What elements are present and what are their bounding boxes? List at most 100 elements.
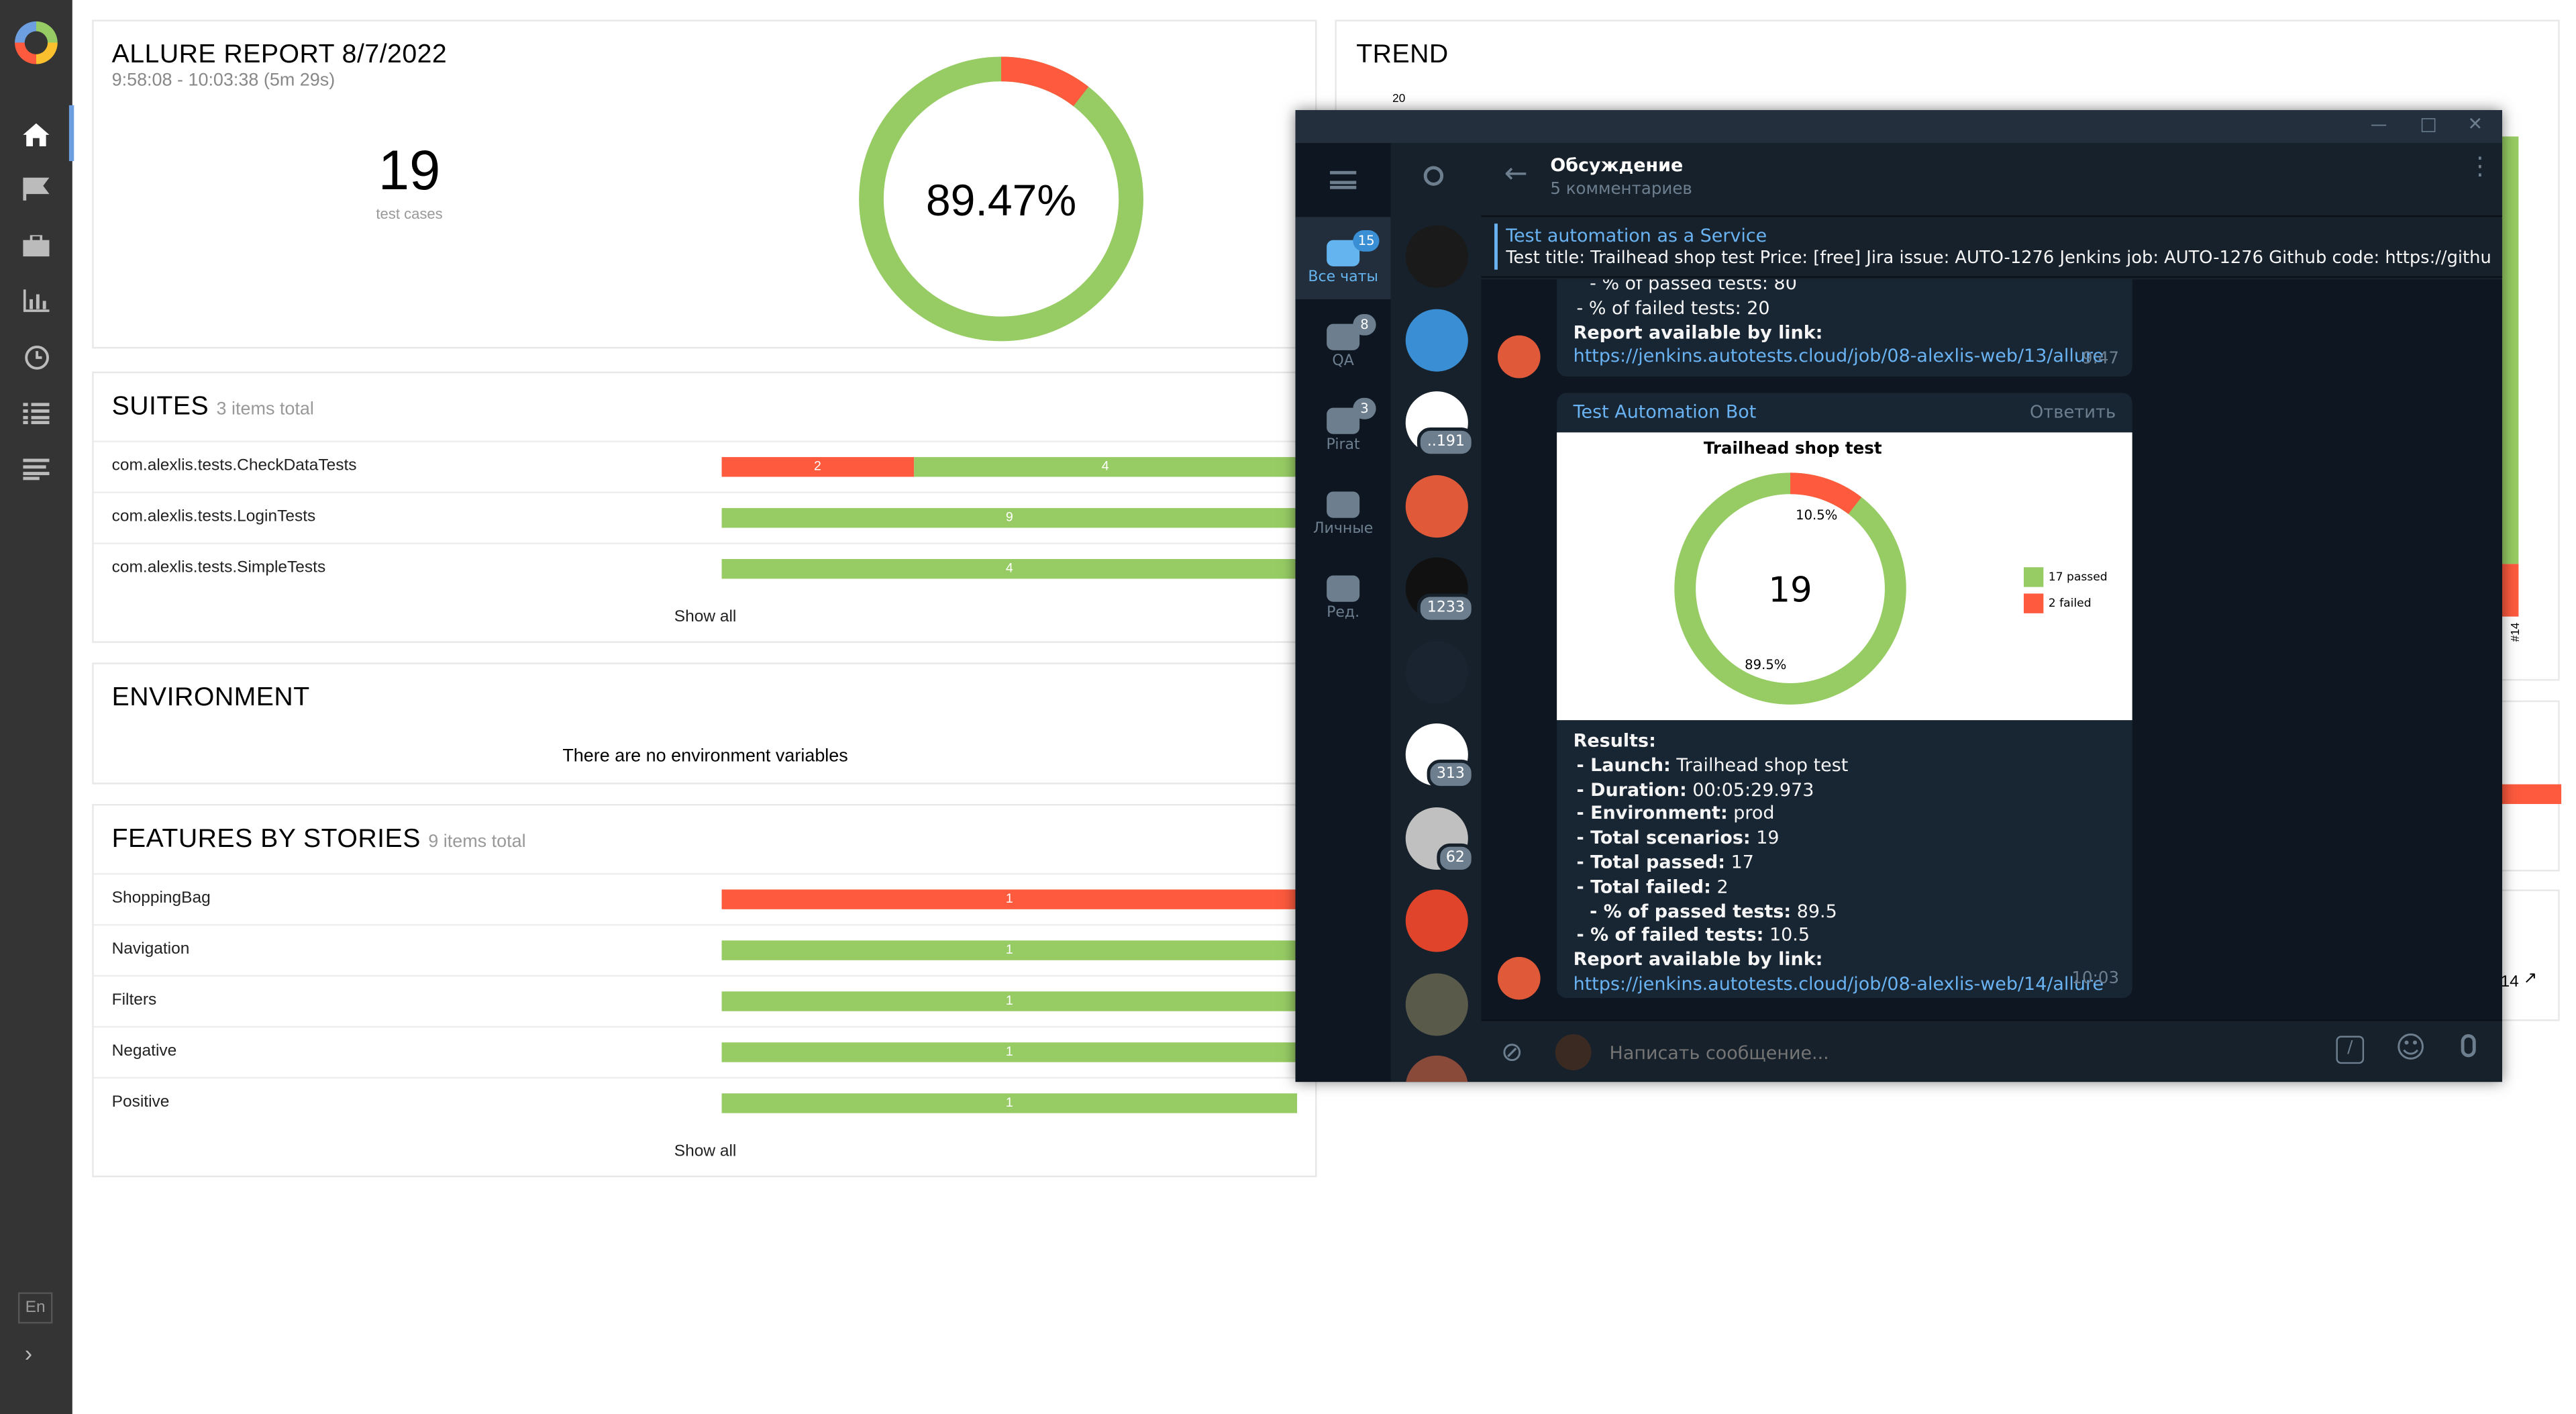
features-row-bar[interactable]: 1 — [721, 940, 1298, 960]
suites-row[interactable]: com.alexlis.tests.SimpleTests 4 — [93, 542, 1317, 594]
features-show-all[interactable]: Show all — [94, 1143, 1317, 1161]
home-icon[interactable] — [19, 105, 74, 162]
chat-avatar[interactable]: 313 — [1405, 723, 1475, 789]
report-chart-donut: 19 10.5% 89.5% — [1674, 472, 1906, 705]
folder-edit-folders[interactable]: Ред. — [1296, 552, 1391, 635]
chat-avatar[interactable]: ..191 — [1405, 391, 1475, 458]
environment-empty: There are no environment variables — [562, 746, 848, 766]
suites-row-bar[interactable]: 9 — [721, 508, 1298, 528]
features-row-name: Negative — [111, 1042, 177, 1061]
close-icon[interactable]: ✕ — [2467, 113, 2483, 135]
chat-avatar[interactable]: 62 — [1405, 806, 1475, 872]
commands-icon[interactable]: / — [2336, 1036, 2365, 1064]
suites-row-bar[interactable]: 24 — [721, 457, 1298, 477]
external-link-icon[interactable]: ↗ — [2524, 970, 2538, 989]
bar-passed-segment[interactable]: 1 — [721, 940, 1298, 960]
bar-passed-segment[interactable]: 1 — [721, 1042, 1298, 1062]
user-avatar[interactable] — [1555, 1034, 1592, 1070]
report-time: 9:58:08 - 10:03:38 (5m 29s) — [111, 70, 336, 91]
msg2-sender[interactable]: Test Automation Bot — [1574, 401, 1757, 425]
language-switch[interactable]: En — [17, 1292, 53, 1324]
pinned-message[interactable]: Test automation as a Service Test title:… — [1481, 218, 2502, 279]
features-row[interactable]: Filters 1 — [93, 974, 1317, 1026]
bar-passed-segment[interactable]: 1 — [721, 1093, 1298, 1113]
suites-show-all[interactable]: Show all — [94, 609, 1317, 627]
folder-qa-folder[interactable]: QA 8 — [1296, 301, 1391, 383]
features-row-bar[interactable]: 1 — [721, 1093, 1298, 1113]
trend-bar-passed — [2502, 136, 2519, 564]
clock-icon[interactable] — [19, 340, 52, 373]
result-key: - % of passed tests: — [1590, 900, 1792, 922]
list-icon[interactable] — [19, 396, 52, 429]
maximize-icon[interactable]: □ — [2420, 113, 2436, 135]
flag-icon[interactable] — [19, 172, 52, 205]
briefcase-icon[interactable] — [19, 229, 52, 262]
chat-avatar[interactable] — [1405, 889, 1468, 952]
features-row-bar[interactable]: 1 — [721, 889, 1298, 909]
report-chart-image[interactable]: Trailhead shop test 19 10.5% 89.5% 17 pa… — [1557, 432, 2132, 721]
features-row-name: ShoppingBag — [111, 889, 211, 908]
folder-chats[interactable]: Все чаты 15 — [1295, 217, 1391, 299]
features-row[interactable]: Navigation 1 — [93, 923, 1317, 975]
suites-row-name: com.alexlis.tests.CheckDataTests — [111, 457, 357, 476]
chat-avatar[interactable]: 1233 — [1405, 557, 1475, 623]
allure-logo[interactable] — [15, 21, 58, 64]
chat-avatar[interactable] — [1405, 474, 1468, 537]
result-key: - % of failed tests: — [1576, 924, 1764, 946]
msg2-reply[interactable]: Ответить — [2030, 401, 2116, 425]
features-row[interactable]: Negative 1 — [93, 1025, 1317, 1077]
bar-passed-segment[interactable]: 9 — [721, 508, 1298, 528]
bot-avatar[interactable] — [1497, 335, 1541, 378]
suites-row[interactable]: com.alexlis.tests.LoginTests 9 — [93, 491, 1317, 543]
folder-pirat-folder[interactable]: Pirat 3 — [1296, 385, 1391, 467]
trend-bar-failed — [2502, 564, 2519, 617]
features-row[interactable]: ShoppingBag 1 — [93, 872, 1317, 924]
chat-unread-badge: 62 — [1436, 842, 1475, 872]
chat-avatar[interactable] — [1405, 972, 1468, 1036]
result-line: - Total scenarios: 19 — [1574, 827, 2124, 852]
features-widget: FEATURES BY STORIES 9 items total Shoppi… — [92, 804, 1317, 1178]
bar-passed-segment[interactable]: 4 — [721, 559, 1298, 579]
suites-widget: SUITES 3 items total com.alexlis.tests.C… — [92, 371, 1317, 643]
more-icon[interactable]: ⋮ — [2467, 154, 2492, 179]
chat-header: ← Обсуждение 5 комментариев ⋮ — [1481, 143, 2502, 217]
folder-folder[interactable]: Личные — [1296, 468, 1391, 551]
lines-icon[interactable] — [19, 452, 52, 485]
folder-icon — [1327, 491, 1360, 518]
expand-icon[interactable]: › — [25, 1340, 32, 1366]
minimize-icon[interactable]: — — [2371, 117, 2387, 135]
features-row-name: Filters — [111, 991, 157, 1010]
attach-icon[interactable]: ⊘ — [1501, 1036, 1523, 1068]
features-row[interactable]: Positive 1 — [93, 1076, 1317, 1128]
features-row-bar[interactable]: 1 — [721, 991, 1298, 1011]
chat-avatar[interactable] — [1405, 308, 1468, 371]
microphone-icon[interactable] — [2461, 1034, 2476, 1058]
bar-failed-segment[interactable]: 2 — [721, 457, 914, 477]
report-total: 19 — [1768, 570, 1812, 611]
back-arrow-icon[interactable]: ← — [1504, 158, 1528, 191]
pinned-text: Test title: Trailhead shop test Price: [… — [1506, 248, 2493, 268]
emoji-icon[interactable]: ☺ — [2395, 1031, 2426, 1065]
chat-avatar[interactable] — [1405, 1055, 1468, 1082]
suites-row-bar[interactable]: 4 — [721, 559, 1298, 579]
folder-unread-badge: 15 — [1353, 230, 1380, 252]
categories-bar — [2500, 784, 2562, 805]
message-input[interactable] — [1609, 1037, 2267, 1068]
bot-avatar-report[interactable] — [1497, 956, 1541, 1000]
donut-percent: 89.47% — [926, 176, 1076, 225]
features-row-bar[interactable]: 1 — [721, 1042, 1298, 1062]
search-icon[interactable] — [1423, 166, 1444, 186]
msg1-link[interactable]: https://jenkins.autotests.cloud/job/08-a… — [1574, 346, 2104, 367]
chat-avatar[interactable] — [1405, 640, 1468, 703]
bar-failed-segment[interactable]: 1 — [721, 889, 1298, 909]
bar-passed-segment[interactable]: 4 — [913, 457, 1298, 477]
result-line: - % of passed tests: 89.5 — [1574, 901, 2124, 925]
result-value: 19 — [1756, 827, 1780, 849]
chart-icon[interactable] — [19, 285, 52, 317]
chat-avatar[interactable] — [1405, 225, 1468, 288]
msg2-link[interactable]: https://jenkins.autotests.cloud/job/08-a… — [1574, 973, 2104, 995]
menu-icon[interactable] — [1330, 170, 1357, 189]
executor-link[interactable]: 14 — [2500, 973, 2518, 991]
bar-passed-segment[interactable]: 1 — [721, 991, 1298, 1011]
suites-row[interactable]: com.alexlis.tests.CheckDataTests 2 4 — [93, 440, 1317, 492]
